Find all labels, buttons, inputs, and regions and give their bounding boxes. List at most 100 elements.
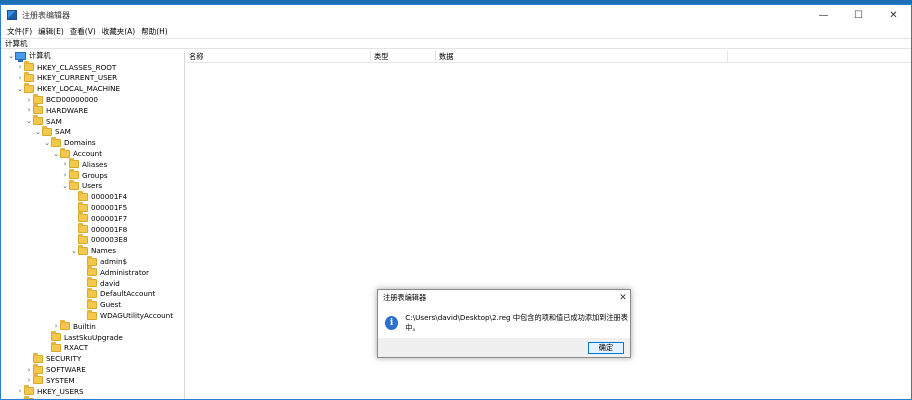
folder-icon [33,363,43,374]
tree-node-label: HARDWARE [46,105,89,115]
close-button[interactable]: ✕ [876,5,911,25]
tree-node-label: DefaultAccount [100,289,156,299]
chevron-right-icon[interactable]: › [61,159,69,169]
window-controls: — ☐ ✕ [806,5,911,25]
tree-node-label: 000001F5 [91,203,128,213]
tree-node[interactable]: david [1,277,184,289]
tree-node[interactable]: DefaultAccount [1,287,184,300]
tree-node[interactable]: › HKEY_USERS [1,385,184,397]
chevron-right-icon[interactable]: › [16,397,24,399]
tree-node[interactable]: › HKEY_CURRENT_USER [1,71,184,84]
chevron-down-icon[interactable]: ⌄ [61,181,69,191]
tree-node[interactable]: RXACT [1,341,184,354]
tree-node[interactable]: 000001F7 [1,212,184,224]
maximize-button[interactable]: ☐ [841,5,876,25]
tree-node[interactable]: › Aliases [1,158,184,170]
tree-node[interactable]: ⌄ Domains [1,136,184,148]
dialog-close-icon[interactable]: ✕ [616,291,630,305]
tree-node-label: BCD00000000 [46,95,98,105]
column-name[interactable]: 名称 [186,50,371,63]
tree-node[interactable]: 000001F4 [1,190,184,202]
chevron-down-icon[interactable]: ⌄ [7,51,15,61]
folder-icon [24,71,34,82]
tree-node[interactable]: › BCD00000000 [1,93,184,105]
folder-icon [78,190,88,201]
tree-node[interactable]: ⌄ SAM [1,125,184,138]
tree-node[interactable]: SECURITY [1,352,184,364]
tree-node[interactable]: ⌄ Users [1,179,184,192]
tree-node-label: Builtin [73,321,96,331]
tree-node[interactable]: 000003E8 [1,233,184,246]
chevron-down-icon[interactable]: ⌄ [34,127,42,137]
tree-node[interactable]: WDAGUtilityAccount [1,309,184,321]
menu-favorites[interactable]: 收藏夹(A) [100,26,139,37]
chevron-down-icon[interactable]: ⌄ [43,138,51,148]
tree-node[interactable]: ⌄ HKEY_LOCAL_MACHINE [1,82,184,94]
tree-node-label: 000001F7 [91,213,128,223]
chevron-right-icon[interactable]: › [16,386,24,396]
tree-node[interactable]: ⌄ SAM [1,115,184,127]
tree-node[interactable]: ⌄ Names [1,244,184,256]
tree-node-label: Users [82,181,103,191]
folder-icon [78,212,88,223]
chevron-down-icon[interactable]: ⌄ [52,149,60,159]
tree-node[interactable]: 000001F8 [1,223,184,235]
dialog-body: i C:\Users\david\Desktop\2.reg 中包含的项和值已成… [378,306,630,339]
menu-view[interactable]: 查看(V) [68,26,100,37]
chevron-right-icon[interactable]: › [52,321,60,331]
folder-icon [87,309,97,320]
chevron-right-icon[interactable]: › [61,170,69,180]
chevron-right-icon[interactable]: › [25,375,33,385]
menu-edit[interactable]: 编辑(E) [36,26,68,37]
folder-icon [87,287,97,298]
chevron-right-icon[interactable]: › [25,105,33,115]
chevron-right-icon[interactable]: › [25,95,33,105]
tree-node[interactable]: LastSkuUpgrade [1,331,184,343]
folder-icon [87,255,97,266]
folder-icon [51,341,61,352]
dialog-title-bar: 注册表编辑器 ✕ [378,290,630,306]
chevron-down-icon[interactable]: ⌄ [16,84,24,94]
tree-node[interactable]: › Groups [1,169,184,181]
address-bar[interactable]: 计算机 [1,38,911,49]
menu-help[interactable]: 帮助(H) [139,26,172,37]
address-path: 计算机 [5,39,28,48]
menu-file[interactable]: 文件(F) [5,26,36,37]
tree-node[interactable]: Administrator [1,266,184,278]
chevron-right-icon[interactable]: › [16,62,24,72]
tree-node-label: SAM [46,116,62,126]
tree-node-label: Account [73,149,103,159]
column-type[interactable]: 类型 [371,50,436,63]
chevron-down-icon[interactable]: ⌄ [25,116,33,126]
chevron-right-icon[interactable]: › [16,73,24,83]
tree-node[interactable]: Guest [1,298,184,310]
tree-node-label: Groups [82,170,108,180]
tree-node-label: Names [91,246,116,256]
tree-node[interactable]: › Builtin [1,320,184,332]
tree-node[interactable]: ⌄ 计算机 [1,51,184,63]
tree-node[interactable]: › HKEY_CURRENT_CONFIG [1,395,184,399]
minimize-button[interactable]: — [806,5,841,25]
folder-icon [24,385,34,396]
tree-node[interactable]: › HARDWARE [1,104,184,116]
folder-icon [69,169,79,180]
tree-node[interactable]: › SOFTWARE [1,363,184,375]
column-data[interactable]: 数据 [436,50,728,63]
tree-node[interactable]: 000001F5 [1,201,184,213]
ok-button[interactable]: 确定 [588,341,624,354]
chevron-right-icon[interactable]: › [25,365,33,375]
registry-tree[interactable]: ⌄ 计算机 › HKEY_CLASSES_ROOT › HKEY_CURRENT_USER… [1,51,185,399]
folder-icon [69,158,79,169]
folder-icon [51,331,61,342]
tree-node[interactable]: ⌄ Account [1,147,184,159]
folder-icon [78,201,88,212]
chevron-down-icon[interactable]: ⌄ [70,246,78,256]
tree-node[interactable]: › SYSTEM [1,374,184,386]
tree-node[interactable]: admin$ [1,255,184,267]
tree-node[interactable]: › HKEY_CLASSES_ROOT [1,61,184,73]
